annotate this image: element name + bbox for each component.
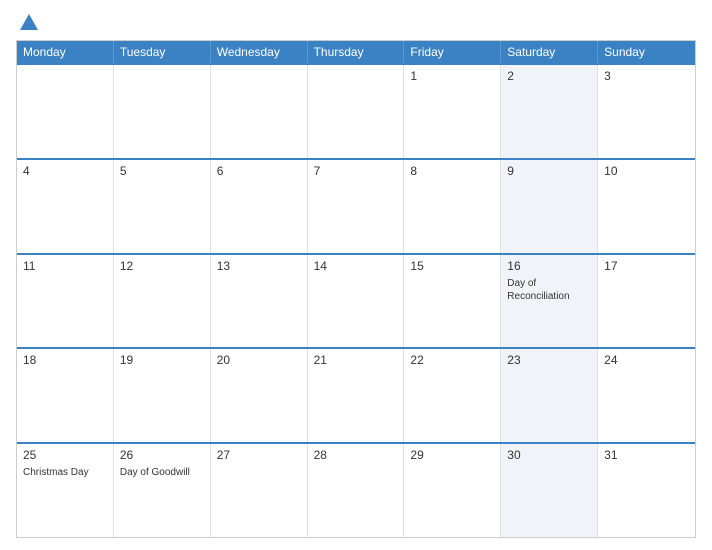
calendar-cell: 22 [404, 349, 501, 442]
cell-day-number: 29 [410, 448, 494, 462]
week-1: 123 [17, 63, 695, 158]
cell-day-number: 2 [507, 69, 591, 83]
calendar-grid: MondayTuesdayWednesdayThursdayFridaySatu… [16, 40, 696, 538]
calendar-cell: 29 [404, 444, 501, 537]
cell-day-number: 18 [23, 353, 107, 367]
cell-day-number: 28 [314, 448, 398, 462]
cell-day-number: 3 [604, 69, 689, 83]
calendar-cell: 11 [17, 255, 114, 348]
calendar-cell: 1 [404, 65, 501, 158]
calendar-cell: 31 [598, 444, 695, 537]
calendar-cell: 13 [211, 255, 308, 348]
week-2: 456789 10 [17, 158, 695, 253]
calendar-cell [211, 65, 308, 158]
day-header-saturday: Saturday [501, 41, 598, 63]
week-5: 25 Christmas Day 26 Day of Goodwill 27 28 29 30… [17, 442, 695, 537]
cell-day-number: 30 [507, 448, 591, 462]
calendar-cell: 20 [211, 349, 308, 442]
calendar-cell: 17 [598, 255, 695, 348]
calendar-cell: 7 [308, 160, 405, 253]
day-header-sunday: Sunday [598, 41, 695, 63]
weeks-container: 12345678910111213141516Day of Reconcilia… [17, 63, 695, 537]
week-4: 18 19 20 21 22 23 24 [17, 347, 695, 442]
cell-day-number: 20 [217, 353, 301, 367]
calendar-cell: 2 [501, 65, 598, 158]
cell-day-number: 10 [604, 164, 689, 178]
cell-day-number: 12 [120, 259, 204, 273]
calendar-cell: 15 [404, 255, 501, 348]
day-header-monday: Monday [17, 41, 114, 63]
day-header-tuesday: Tuesday [114, 41, 211, 63]
cell-day-number: 26 [120, 448, 204, 462]
cell-day-number: 14 [314, 259, 398, 273]
calendar-cell: 23 [501, 349, 598, 442]
calendar-cell: 12 [114, 255, 211, 348]
cell-day-number: 16 [507, 259, 591, 273]
calendar-page: MondayTuesdayWednesdayThursdayFridaySatu… [0, 0, 712, 550]
calendar-cell: 27 [211, 444, 308, 537]
cell-day-number: 27 [217, 448, 301, 462]
calendar-cell: 9 [501, 160, 598, 253]
calendar-cell: 10 [598, 160, 695, 253]
cell-day-number: 22 [410, 353, 494, 367]
calendar-cell: 14 [308, 255, 405, 348]
cell-day-number: 1 [410, 69, 494, 83]
calendar-cell: 8 [404, 160, 501, 253]
cell-day-number: 4 [23, 164, 107, 178]
logo-icon [18, 12, 40, 34]
cell-day-number: 19 [120, 353, 204, 367]
day-headers-row: MondayTuesdayWednesdayThursdayFridaySatu… [17, 41, 695, 63]
week-3: 11 12 13 14 15 16 Day of Reconciliation 17 [17, 253, 695, 348]
cell-day-number: 5 [120, 164, 204, 178]
cell-day-number: 23 [507, 353, 591, 367]
calendar-cell: 25 Christmas Day [17, 444, 114, 537]
calendar-cell: 18 [17, 349, 114, 442]
logo [16, 12, 40, 34]
calendar-cell: 5 [114, 160, 211, 253]
calendar-cell: 30 [501, 444, 598, 537]
calendar-cell: 4 [17, 160, 114, 253]
calendar-cell: 6 [211, 160, 308, 253]
cell-day-number: 24 [604, 353, 689, 367]
cell-day-number: 13 [217, 259, 301, 273]
cell-event: Christmas Day [23, 466, 107, 479]
calendar-cell: 16 Day of Reconciliation [501, 255, 598, 348]
cell-day-number: 31 [604, 448, 689, 462]
day-header-wednesday: Wednesday [211, 41, 308, 63]
cell-day-number: 21 [314, 353, 398, 367]
calendar-cell: 26 Day of Goodwill [114, 444, 211, 537]
cell-day-number: 15 [410, 259, 494, 273]
cell-day-number: 6 [217, 164, 301, 178]
calendar-cell: 19 [114, 349, 211, 442]
cell-event: Day of Goodwill [120, 466, 204, 479]
cell-day-number: 17 [604, 259, 689, 273]
cell-day-number: 8 [410, 164, 494, 178]
cell-day-number: 7 [314, 164, 398, 178]
calendar-cell: 28 [308, 444, 405, 537]
calendar-cell: 3 [598, 65, 695, 158]
cell-day-number: 25 [23, 448, 107, 462]
cell-event: Day of Reconciliation [507, 277, 591, 303]
day-header-friday: Friday [404, 41, 501, 63]
cell-day-number: 11 [23, 259, 107, 273]
calendar-cell [17, 65, 114, 158]
calendar-cell: 24 [598, 349, 695, 442]
calendar-header [16, 12, 696, 34]
cell-day-number: 9 [507, 164, 591, 178]
day-header-thursday: Thursday [308, 41, 405, 63]
calendar-cell [308, 65, 405, 158]
calendar-cell [114, 65, 211, 158]
calendar-cell: 21 [308, 349, 405, 442]
